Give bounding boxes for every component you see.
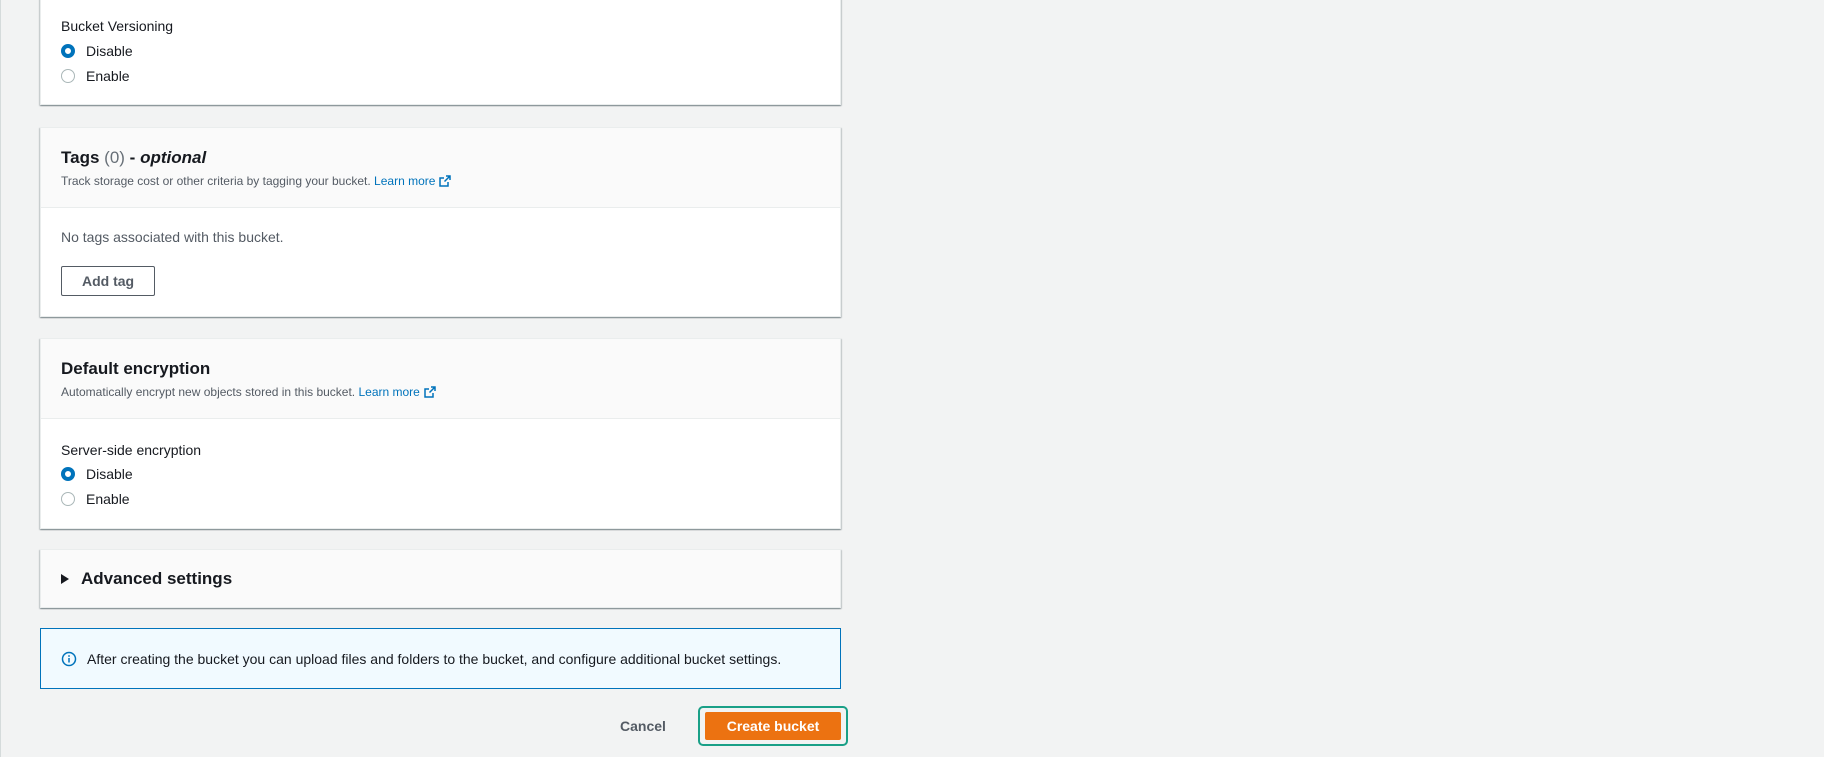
caret-right-icon xyxy=(61,573,69,584)
radio-checked-icon[interactable] xyxy=(61,43,75,58)
encryption-option-enable[interactable]: Enable xyxy=(61,486,820,511)
info-alert: After creating the bucket you can upload… xyxy=(40,628,841,689)
tags-dash: - xyxy=(129,148,136,167)
encryption-description: Automatically encrypt new objects stored… xyxy=(61,384,820,400)
form-actions: Cancel Create bucket xyxy=(40,706,851,746)
advanced-settings-panel[interactable]: Advanced settings xyxy=(40,549,841,608)
encryption-learn-more-link[interactable]: Learn more xyxy=(358,385,436,399)
encryption-option-disable[interactable]: Disable xyxy=(61,461,820,486)
tags-description: Track storage cost or other criteria by … xyxy=(61,173,820,189)
tags-panel-header: Tags (0) - optional Track storage cost o… xyxy=(41,128,840,208)
encryption-label: Server-side encryption xyxy=(61,442,202,458)
versioning-option-disable-label: Disable xyxy=(86,42,133,59)
encryption-option-disable-label: Disable xyxy=(86,465,133,482)
tags-learn-more-label: Learn more xyxy=(374,174,436,188)
radio-checked-icon[interactable] xyxy=(61,466,75,481)
cancel-button[interactable]: Cancel xyxy=(620,716,666,736)
encryption-title: Default encryption xyxy=(61,359,211,378)
create-bucket-button[interactable]: Create bucket xyxy=(705,712,841,740)
versioning-option-disable[interactable]: Disable xyxy=(61,38,820,63)
tags-empty-text: No tags associated with this bucket. xyxy=(61,229,284,245)
add-tag-button[interactable]: Add tag xyxy=(61,266,156,296)
external-link-icon xyxy=(424,386,436,398)
versioning-option-enable-label: Enable xyxy=(86,67,130,84)
page-left-border xyxy=(0,0,1,757)
tags-title-text: Tags xyxy=(61,148,100,167)
tags-optional: optional xyxy=(140,148,207,167)
encryption-option-enable-label: Enable xyxy=(86,490,130,507)
tags-description-text: Track storage cost or other criteria by … xyxy=(61,174,371,188)
tags-panel: Tags (0) - optional Track storage cost o… xyxy=(40,127,841,317)
versioning-panel: Bucket Versioning Disable Enable xyxy=(40,0,841,105)
info-icon xyxy=(61,651,77,666)
advanced-settings-toggle[interactable]: Advanced settings xyxy=(41,550,840,607)
encryption-description-text: Automatically encrypt new objects stored… xyxy=(61,385,356,399)
create-bucket-focus-ring: Create bucket xyxy=(698,706,848,746)
radio-unchecked-icon[interactable] xyxy=(61,68,75,83)
external-link-icon xyxy=(439,175,452,187)
tags-count: (0) xyxy=(104,148,125,167)
encryption-panel: Default encryption Automatically encrypt… xyxy=(40,338,841,529)
tags-title: Tags (0) - optional xyxy=(61,147,820,169)
tags-learn-more-link[interactable]: Learn more xyxy=(374,174,452,188)
encryption-learn-more-label: Learn more xyxy=(358,385,420,399)
versioning-option-enable[interactable]: Enable xyxy=(61,63,820,88)
versioning-label: Bucket Versioning xyxy=(61,18,174,34)
advanced-settings-title: Advanced settings xyxy=(81,568,233,588)
encryption-panel-header: Default encryption Automatically encrypt… xyxy=(41,339,840,419)
info-alert-text: After creating the bucket you can upload… xyxy=(87,650,782,667)
radio-unchecked-icon[interactable] xyxy=(61,491,75,506)
